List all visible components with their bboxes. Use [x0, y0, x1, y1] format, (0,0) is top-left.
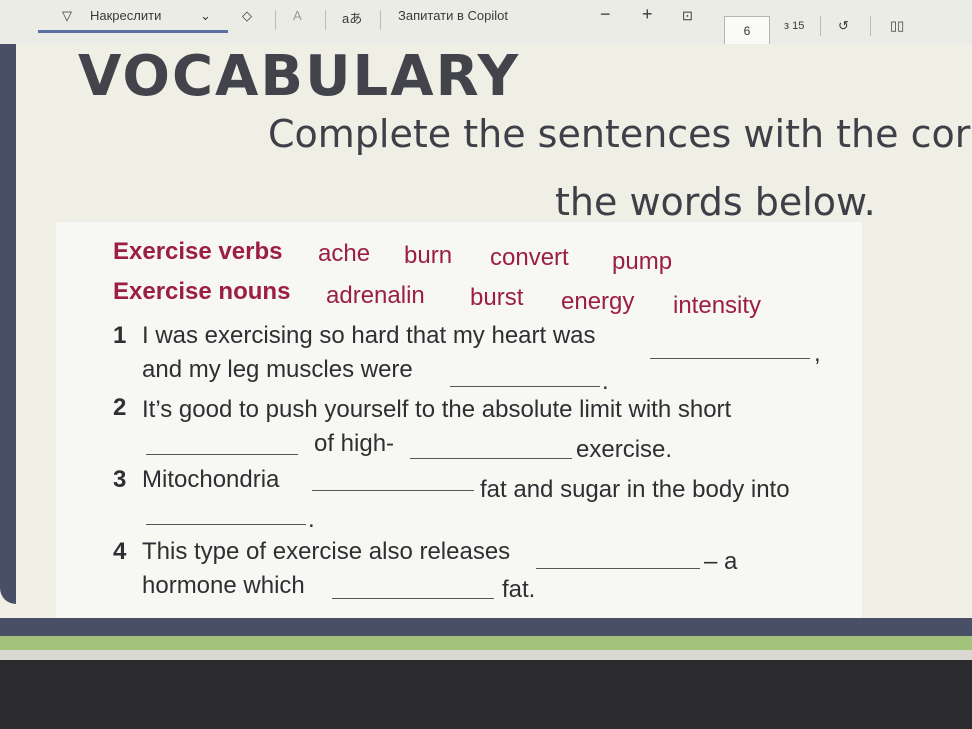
- answer-blank: [146, 524, 306, 525]
- answer-blank: [312, 490, 474, 491]
- noun-word: burst: [470, 284, 524, 311]
- item-number: 1: [113, 322, 127, 349]
- exercise-box: Exercise verbs ache burn convert pump Ex…: [56, 222, 862, 618]
- item-text: .: [602, 368, 609, 395]
- item-text: I was exercising so hard that my heart w…: [142, 322, 596, 349]
- page-number-input[interactable]: 6: [724, 16, 770, 46]
- noun-word: intensity: [673, 292, 762, 319]
- item-number: 3: [113, 466, 127, 493]
- answer-blank: [410, 458, 572, 459]
- zoom-in-button[interactable]: +: [642, 4, 653, 25]
- answer-blank: [450, 386, 600, 387]
- active-tool-indicator: [38, 30, 228, 33]
- page-footer-band: [0, 618, 972, 636]
- page-title: VOCABULARY: [78, 44, 521, 109]
- translate-icon[interactable]: aあ: [342, 8, 362, 27]
- item-text: fat.: [502, 576, 536, 603]
- ask-copilot-button[interactable]: Запитати в Copilot: [398, 8, 508, 23]
- noun-word: energy: [561, 288, 635, 315]
- draw-button[interactable]: Накреслити: [90, 8, 161, 23]
- rotate-icon[interactable]: ↺: [838, 18, 849, 34]
- item-text: ,: [814, 340, 821, 367]
- item-text: – a: [704, 548, 738, 575]
- draw-icon[interactable]: ▽: [62, 8, 72, 24]
- item-text: exercise.: [576, 436, 673, 463]
- instruction-line-2: the words below.: [555, 180, 876, 224]
- instruction-line-1: Complete the sentences with the corre: [268, 112, 972, 156]
- verb-word: ache: [318, 240, 371, 267]
- zoom-out-button[interactable]: −: [600, 4, 611, 25]
- noun-word: adrenalin: [326, 282, 425, 309]
- page-total-label: з 15: [784, 20, 805, 32]
- item-text: of high-: [314, 430, 395, 457]
- toolbar-divider: [820, 16, 821, 36]
- eraser-icon[interactable]: ◇: [242, 8, 252, 24]
- verbs-label: Exercise verbs: [113, 238, 283, 265]
- text-size-icon[interactable]: A: [293, 8, 302, 23]
- verb-word: burn: [404, 242, 453, 269]
- chevron-down-icon[interactable]: ⌄: [200, 8, 211, 24]
- page-border: [0, 44, 16, 604]
- toolbar-divider: [870, 16, 871, 36]
- page-footer-stripe: [0, 636, 972, 650]
- item-text: This type of exercise also releases: [142, 538, 511, 565]
- reader-toolbar: ▽ Накреслити ⌄ ◇ A aあ Запитати в Copilot…: [0, 0, 972, 46]
- nouns-label: Exercise nouns: [113, 278, 291, 305]
- item-number: 2: [113, 394, 127, 421]
- page-view-icon[interactable]: ▯▯: [890, 18, 904, 34]
- answer-blank: [650, 358, 810, 359]
- item-text: fat and sugar in the body into: [480, 476, 790, 503]
- answer-blank: [536, 568, 700, 569]
- item-text: and my leg muscles were: [142, 356, 413, 383]
- item-text: It’s good to push yourself to the absolu…: [142, 396, 732, 423]
- item-text: Mitochondria: [142, 466, 280, 493]
- toolbar-divider: [325, 10, 326, 30]
- answer-blank: [332, 598, 494, 599]
- item-text: .: [308, 506, 315, 533]
- toolbar-divider: [275, 10, 276, 30]
- item-text: hormone which: [142, 572, 305, 599]
- answer-blank: [146, 454, 298, 455]
- verb-word: pump: [612, 248, 673, 275]
- verb-word: convert: [490, 244, 569, 271]
- fit-page-icon[interactable]: ⊡: [682, 8, 693, 24]
- page-bottom-edge: [0, 650, 972, 660]
- item-number: 4: [113, 538, 127, 565]
- toolbar-divider: [380, 10, 381, 30]
